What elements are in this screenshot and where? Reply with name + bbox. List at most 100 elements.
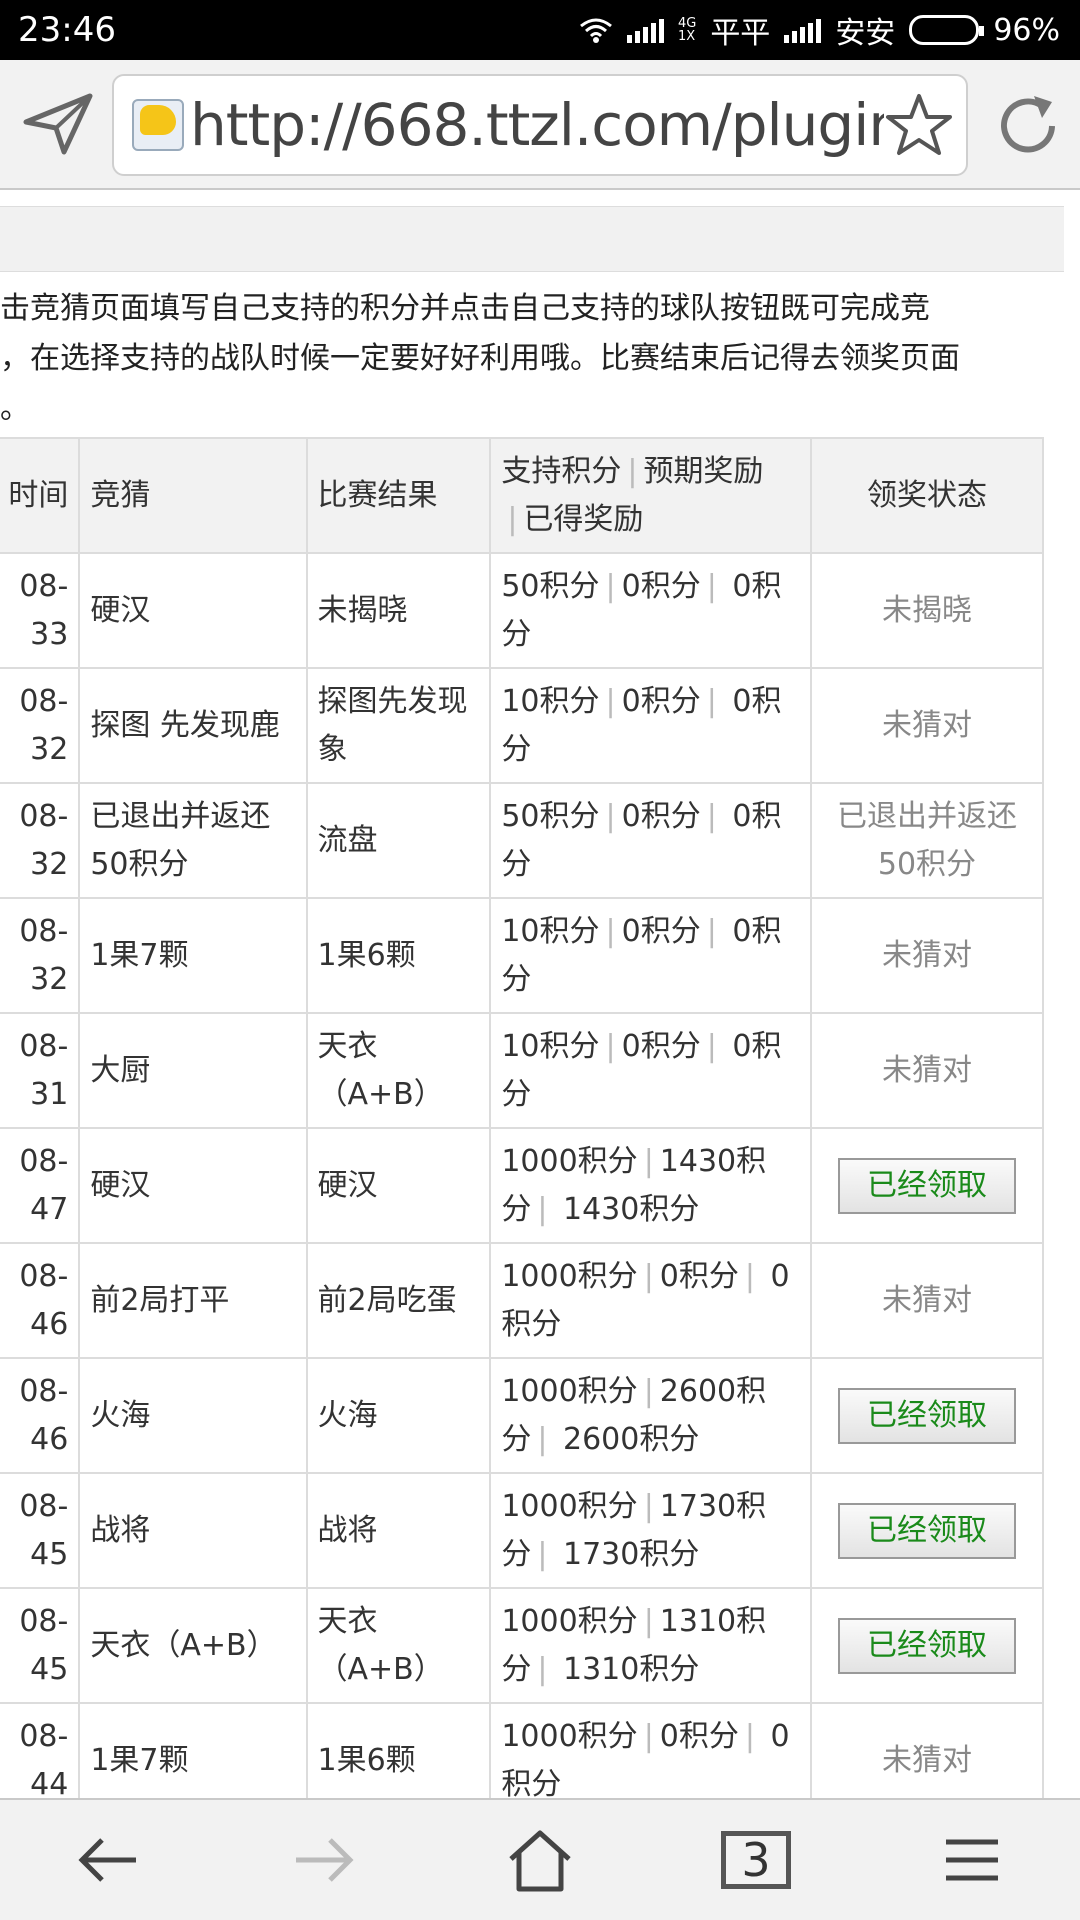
col-points-header: 支持积分 | 预期奖励 | 已得奖励 [489, 437, 812, 554]
result-cell: 火海 [305, 1357, 492, 1474]
table-row: 08- 46 火海 火海 1000积分 | 2600积分 | 2600积分 已经领取 [0, 1357, 1045, 1474]
support-points: 10积分 [501, 683, 600, 719]
result-cell: 探图先发现象 [305, 667, 492, 784]
earned-reward: 1310积分 [562, 1651, 700, 1687]
table-row: 08- 44 1果7颗 1果6颗 1000积分 | 0积分 | 0积分 未猜对 [0, 1702, 1045, 1798]
guess-cell: 天衣（A+B） [78, 1587, 308, 1704]
points-cell: 10积分 | 0积分 | 0积分 [489, 1012, 812, 1129]
table-row: 08- 47 硬汉 硬汉 1000积分 | 1430积分 | 1430积分 已经领取 [0, 1127, 1045, 1244]
expected-reward: 0积分 [621, 1028, 701, 1064]
support-points: 50积分 [501, 798, 600, 834]
expected-reward: 0积分 [621, 798, 701, 834]
points-cell: 50积分 | 0积分 | 0积分 [489, 552, 812, 669]
table-header-row: 时间 竞猜 比赛结果 支持积分 | 预期奖励 | 已得奖励 领奖状态 [0, 437, 1045, 554]
clock: 23:46 [18, 10, 116, 50]
time-cell: 08- 31 [0, 1012, 81, 1129]
url-text[interactable]: http://668.ttzl.com/plugin [190, 91, 884, 159]
table-row: 08- 32 探图 先发现鹿 探图先发现象 10积分 | 0积分 | 0积分 未猜对 [0, 667, 1045, 784]
address-bar[interactable]: http://668.ttzl.com/plugin [112, 74, 968, 176]
time-cell: 08- 33 [0, 552, 81, 669]
time-cell: 08- 47 [0, 1127, 81, 1244]
result-cell: 硬汉 [305, 1127, 492, 1244]
points-cell: 1000积分 | 2600积分 | 2600积分 [489, 1357, 812, 1474]
claim-status-cell: 未猜对 [809, 1242, 1045, 1359]
table-row: 08- 46 前2局打平 前2局吃蛋 1000积分 | 0积分 | 0积分 未猜对 [0, 1242, 1045, 1359]
table-row: 08- 31 大厨 天衣（A+B） 10积分 | 0积分 | 0积分 未猜对 [0, 1012, 1045, 1129]
result-cell: 战将 [305, 1472, 492, 1589]
star-icon[interactable] [884, 90, 954, 160]
tabs-button[interactable]: 3 [706, 1815, 806, 1905]
back-button[interactable] [58, 1815, 158, 1905]
time-cell: 08- 45 [0, 1587, 81, 1704]
claim-status-cell: 未猜对 [809, 667, 1045, 784]
status-icons: 4G 1X 平平 安安 96% [579, 8, 1060, 52]
notice-line: 击竞猜页面填写自己支持的积分并点击自己支持的球队按钮既可完成竞 [0, 291, 930, 326]
col-status-header: 领奖状态 [809, 437, 1045, 554]
points-cell: 1000积分 | 1730积分 | 1730积分 [489, 1472, 812, 1589]
home-button[interactable] [490, 1815, 590, 1905]
claimed-button[interactable]: 已经领取 [837, 1387, 1016, 1444]
earned-reward: 1430积分 [562, 1191, 700, 1227]
expected-reward: 0积分 [659, 1718, 739, 1754]
table-body: 08- 33 硬汉 未揭晓 50积分 | 0积分 | 0积分 未揭晓 08- 32 探图 先发现鹿… [0, 552, 1045, 1798]
claim-status-cell: 已退出并返还50积分 [809, 782, 1045, 899]
carrier-1: 平平 [710, 16, 771, 51]
claim-status-cell: 未猜对 [809, 1012, 1045, 1129]
time-cell: 08- 46 [0, 1242, 81, 1359]
browser-toolbar: http://668.ttzl.com/plugin [0, 60, 1080, 190]
support-points: 1000积分 [501, 1258, 638, 1294]
table-row: 08- 32 1果7颗 1果6颗 10积分 | 0积分 | 0积分 未猜对 [0, 897, 1045, 1014]
guess-cell: 1果7颗 [78, 1702, 308, 1798]
wifi-icon [580, 18, 612, 43]
claimed-button[interactable]: 已经领取 [837, 1617, 1016, 1674]
time-cell: 08- 45 [0, 1472, 81, 1589]
notice-text: 击竞猜页面填写自己支持的积分并点击自己支持的球队按钮既可完成竞 ，在选择支持的战… [0, 284, 1064, 434]
page-edge [1064, 192, 1080, 1798]
reload-icon[interactable] [990, 88, 1066, 164]
site-favicon-icon [132, 99, 184, 151]
col-result-header: 比赛结果 [305, 437, 492, 554]
guess-cell: 火海 [78, 1357, 308, 1474]
page-content: 击竞猜页面填写自己支持的积分并点击自己支持的球队按钮既可完成竞 ，在选择支持的战… [0, 192, 1064, 1798]
time-cell: 08- 32 [0, 782, 81, 899]
points-cell: 10积分 | 0积分 | 0积分 [489, 667, 812, 784]
back-arrow-icon [78, 1838, 136, 1882]
battery-percent: 96% [993, 12, 1060, 48]
claim-status-cell: 已经领取 [809, 1357, 1045, 1474]
claim-status-cell: 未猜对 [809, 897, 1045, 1014]
menu-button[interactable] [922, 1815, 1022, 1905]
menu-icon [946, 1839, 998, 1881]
result-cell: 流盘 [305, 782, 492, 899]
table-row: 08- 32 已退出并返还50积分 流盘 50积分 | 0积分 | 0积分 已退出并返还50积… [0, 782, 1045, 899]
time-cell: 08- 46 [0, 1357, 81, 1474]
claimed-button[interactable]: 已经领取 [837, 1157, 1016, 1214]
claim-status-cell: 未揭晓 [809, 552, 1045, 669]
section-header-bar [0, 206, 1064, 272]
support-points: 1000积分 [501, 1373, 638, 1409]
guess-cell: 探图 先发现鹿 [78, 667, 308, 784]
points-cell: 1000积分 | 0积分 | 0积分 [489, 1242, 812, 1359]
guess-cell: 前2局打平 [78, 1242, 308, 1359]
points-cell: 50积分 | 0积分 | 0积分 [489, 782, 812, 899]
result-cell: 1果6颗 [305, 1702, 492, 1798]
forward-button[interactable] [274, 1815, 374, 1905]
col-guess-header: 竞猜 [78, 437, 308, 554]
expected-reward: 0积分 [621, 568, 701, 604]
tab-count: 3 [721, 1831, 791, 1889]
forward-arrow-icon [296, 1838, 354, 1882]
claim-status-cell: 已经领取 [809, 1472, 1045, 1589]
support-points: 10积分 [501, 913, 600, 949]
claim-status-cell: 已经领取 [809, 1587, 1045, 1704]
home-icon [509, 1830, 571, 1892]
support-points: 1000积分 [501, 1718, 638, 1754]
table-row: 08- 33 硬汉 未揭晓 50积分 | 0积分 | 0积分 未揭晓 [0, 552, 1045, 669]
table-row: 08- 45 天衣（A+B） 天衣（A+B） 1000积分 | 1310积分 | 1310积… [0, 1587, 1045, 1704]
send-icon[interactable] [18, 88, 98, 158]
signal-icon [626, 17, 664, 43]
result-cell: 天衣（A+B） [305, 1012, 492, 1129]
guess-cell: 战将 [78, 1472, 308, 1589]
time-cell: 08- 32 [0, 897, 81, 1014]
support-points: 1000积分 [501, 1488, 638, 1524]
points-cell: 1000积分 | 1310积分 | 1310积分 [489, 1587, 812, 1704]
claimed-button[interactable]: 已经领取 [837, 1502, 1016, 1559]
